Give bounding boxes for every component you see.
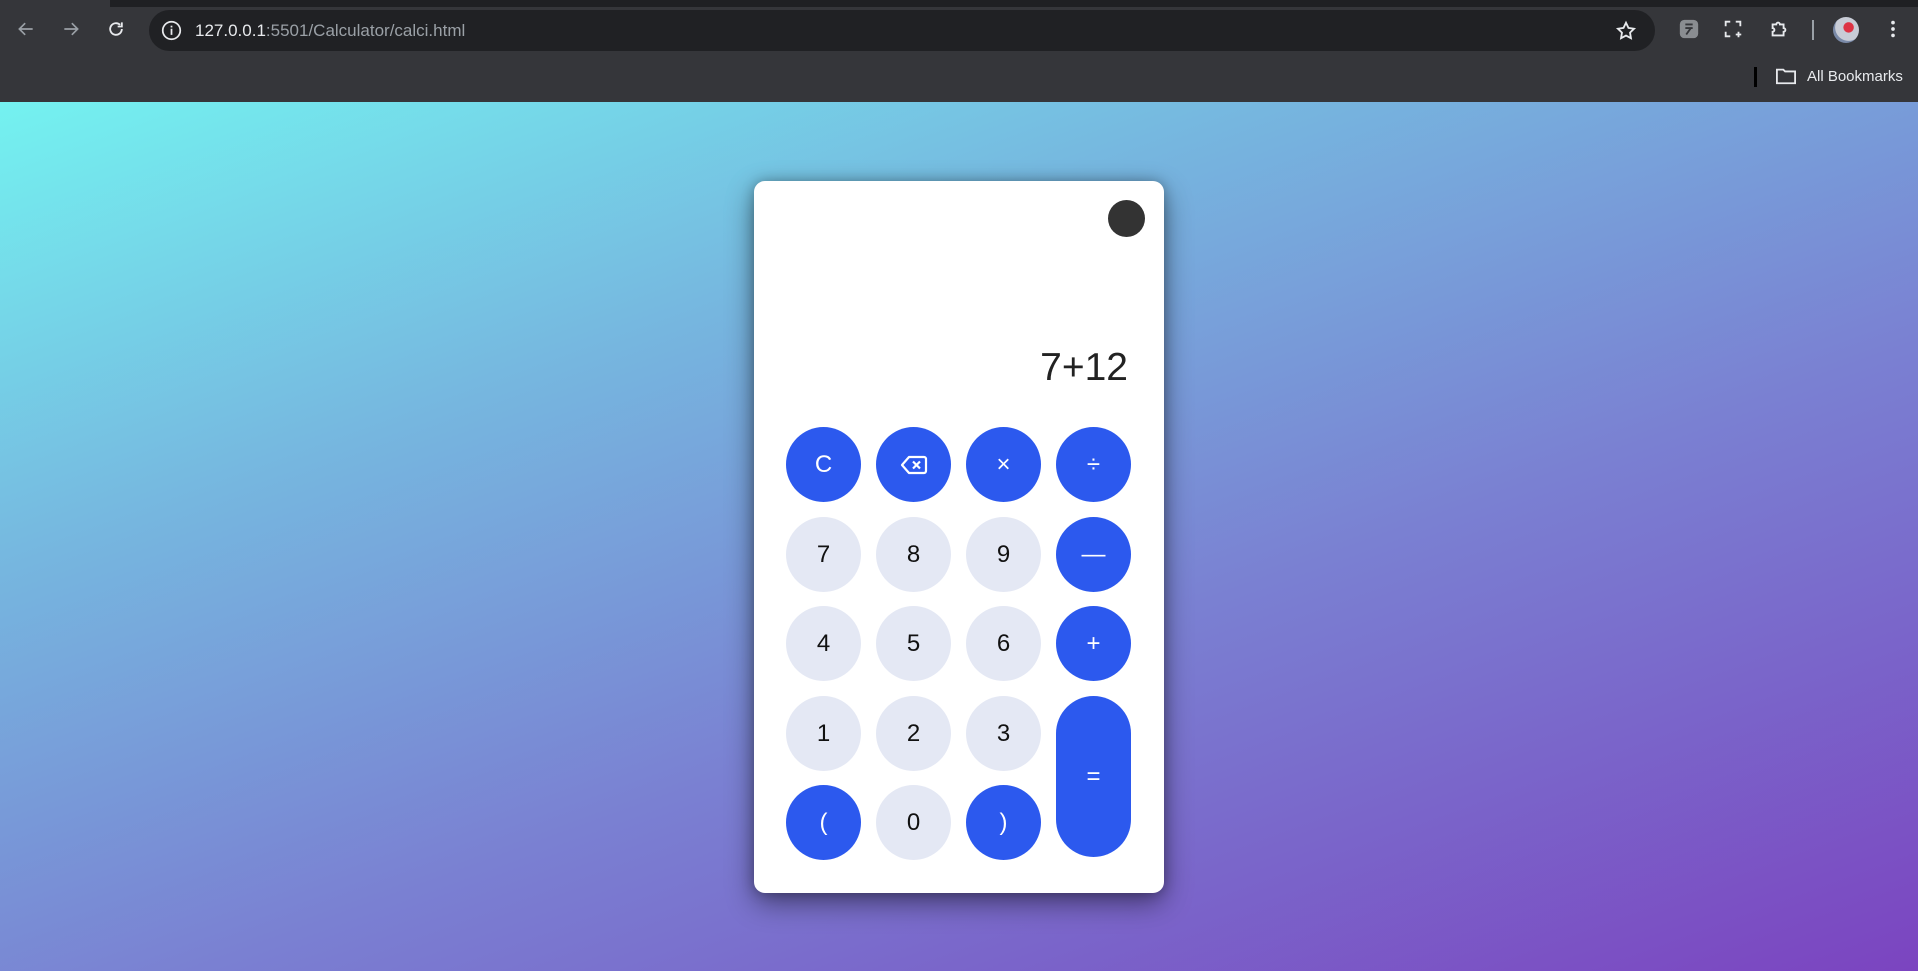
theme-toggle-button[interactable]	[1108, 200, 1145, 237]
page-background: 7+12 C × ÷ 7 8 9 — 4 5 6 + 1 2 3 = ( 0 )	[0, 102, 1918, 971]
digit-9-button[interactable]: 9	[966, 517, 1041, 592]
tab-strip	[0, 0, 1918, 7]
active-tab[interactable]	[0, 0, 110, 7]
browser-toolbar: 127.0.0.1:5501/Calculator/calci.html	[0, 0, 1918, 61]
menu-kebab-icon[interactable]	[1880, 16, 1906, 42]
url-host: 127.0.0.1	[195, 21, 266, 40]
digit-5-button[interactable]: 5	[876, 606, 951, 681]
site-info-icon[interactable]	[161, 20, 182, 41]
digit-0-button[interactable]: 0	[876, 785, 951, 860]
url-path: :5501/Calculator/calci.html	[265, 21, 466, 40]
subtract-button[interactable]: —	[1056, 517, 1131, 592]
digit-8-button[interactable]: 8	[876, 517, 951, 592]
digit-3-button[interactable]: 3	[966, 696, 1041, 771]
digit-4-button[interactable]: 4	[786, 606, 861, 681]
calculator-display: 7+12	[1040, 346, 1128, 389]
back-icon[interactable]	[11, 14, 41, 44]
reload-icon[interactable]	[101, 14, 131, 44]
digit-7-button[interactable]: 7	[786, 517, 861, 592]
divide-button[interactable]: ÷	[1056, 427, 1131, 502]
bookmarks-divider	[1754, 67, 1757, 87]
address-bar[interactable]: 127.0.0.1:5501/Calculator/calci.html	[149, 10, 1655, 51]
all-bookmarks-button[interactable]: All Bookmarks	[1775, 66, 1903, 86]
digit-1-button[interactable]: 1	[786, 696, 861, 771]
open-paren-button[interactable]: (	[786, 785, 861, 860]
clear-button[interactable]: C	[786, 427, 861, 502]
bookmarks-bar: All Bookmarks	[0, 61, 1918, 102]
equals-button[interactable]: =	[1056, 696, 1131, 857]
forward-icon[interactable]	[56, 14, 86, 44]
all-bookmarks-label: All Bookmarks	[1807, 67, 1903, 85]
digit-2-button[interactable]: 2	[876, 696, 951, 771]
close-paren-button[interactable]: )	[966, 785, 1041, 860]
bookmark-star-icon[interactable]	[1615, 20, 1637, 42]
multiply-button[interactable]: ×	[966, 427, 1041, 502]
url-text[interactable]: 127.0.0.1:5501/Calculator/calci.html	[195, 21, 465, 41]
add-button[interactable]: +	[1056, 606, 1131, 681]
digit-6-button[interactable]: 6	[966, 606, 1041, 681]
backspace-icon	[900, 455, 927, 474]
calculator-card: 7+12 C × ÷ 7 8 9 — 4 5 6 + 1 2 3 = ( 0 )	[754, 181, 1164, 893]
backspace-button[interactable]	[876, 427, 951, 502]
folder-icon	[1776, 68, 1796, 85]
screenshot-icon[interactable]	[1720, 16, 1746, 42]
profile-avatar[interactable]	[1833, 17, 1859, 43]
toolbar-divider	[1812, 20, 1814, 40]
extensions-puzzle-icon[interactable]	[1766, 16, 1792, 42]
extension-icon[interactable]	[1676, 16, 1702, 42]
